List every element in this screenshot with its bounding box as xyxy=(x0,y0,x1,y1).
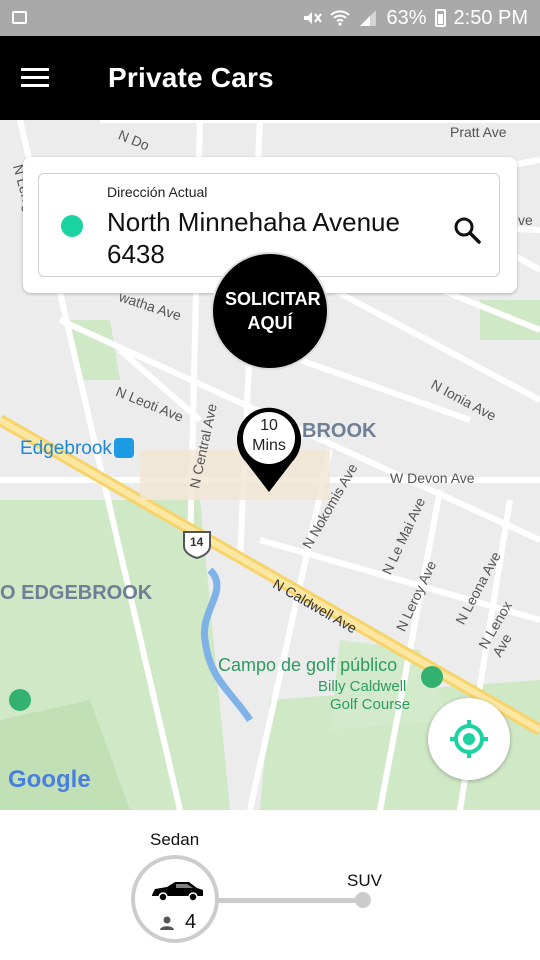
google-logo: Google xyxy=(8,766,91,793)
status-bar: 63% 2:50 PM xyxy=(0,0,540,36)
map-label: Edgebrook xyxy=(20,438,112,459)
map-label: W Devon Ave xyxy=(390,470,475,486)
vehicle-selector: Sedan SUV 4 xyxy=(0,810,540,960)
passenger-count-value: 4 xyxy=(185,911,197,933)
eta-number: 10 xyxy=(260,417,278,434)
hamburger-menu-icon[interactable] xyxy=(21,68,49,88)
status-time: 2:50 PM xyxy=(453,6,528,29)
map-label: Billy Caldwell xyxy=(318,678,407,695)
current-location-dot xyxy=(61,215,83,237)
wifi-icon xyxy=(330,10,351,26)
battery-icon xyxy=(434,9,446,27)
app-title: Private Cars xyxy=(108,62,274,93)
map-label: O EDGEBROOK xyxy=(0,582,153,604)
eta-unit: Mins xyxy=(252,437,286,454)
search-icon[interactable] xyxy=(453,216,481,244)
route-14-label: 14 xyxy=(190,535,204,549)
map-label: Golf Course xyxy=(330,696,411,713)
map-label: Pratt Ave xyxy=(450,124,507,140)
person-icon xyxy=(160,916,174,930)
request-here-button[interactable]: SOLICITAR AQUÍ xyxy=(211,252,329,370)
status-bar-right: 63% 2:50 PM xyxy=(302,0,528,36)
vehicle-option-sedan[interactable]: 4 xyxy=(131,855,219,943)
address-label: Dirección Actual xyxy=(107,184,208,200)
my-location-button[interactable] xyxy=(428,698,510,780)
mute-icon xyxy=(304,12,323,24)
my-location-icon xyxy=(450,720,488,758)
image-notification-icon xyxy=(12,11,27,24)
app-bar: Private Cars xyxy=(0,36,540,120)
map-label: BROOK xyxy=(302,420,377,442)
vehicle-option-suv[interactable] xyxy=(355,892,371,908)
request-here-label: SOLICITAR AQUÍ xyxy=(225,289,321,333)
vehicle-option-suv-label[interactable]: SUV xyxy=(347,871,382,891)
signal-icon xyxy=(360,10,377,26)
sedan-car-icon xyxy=(152,882,203,902)
map-label: ve xyxy=(518,212,533,228)
passenger-count: 4 xyxy=(159,911,196,934)
battery-percent: 63% xyxy=(386,6,427,29)
eta-text: 10 Mins xyxy=(234,416,304,456)
vehicle-slider-track[interactable] xyxy=(215,898,363,903)
map-label: Campo de golf público xyxy=(218,655,398,675)
vehicle-option-sedan-label[interactable]: Sedan xyxy=(150,830,199,850)
